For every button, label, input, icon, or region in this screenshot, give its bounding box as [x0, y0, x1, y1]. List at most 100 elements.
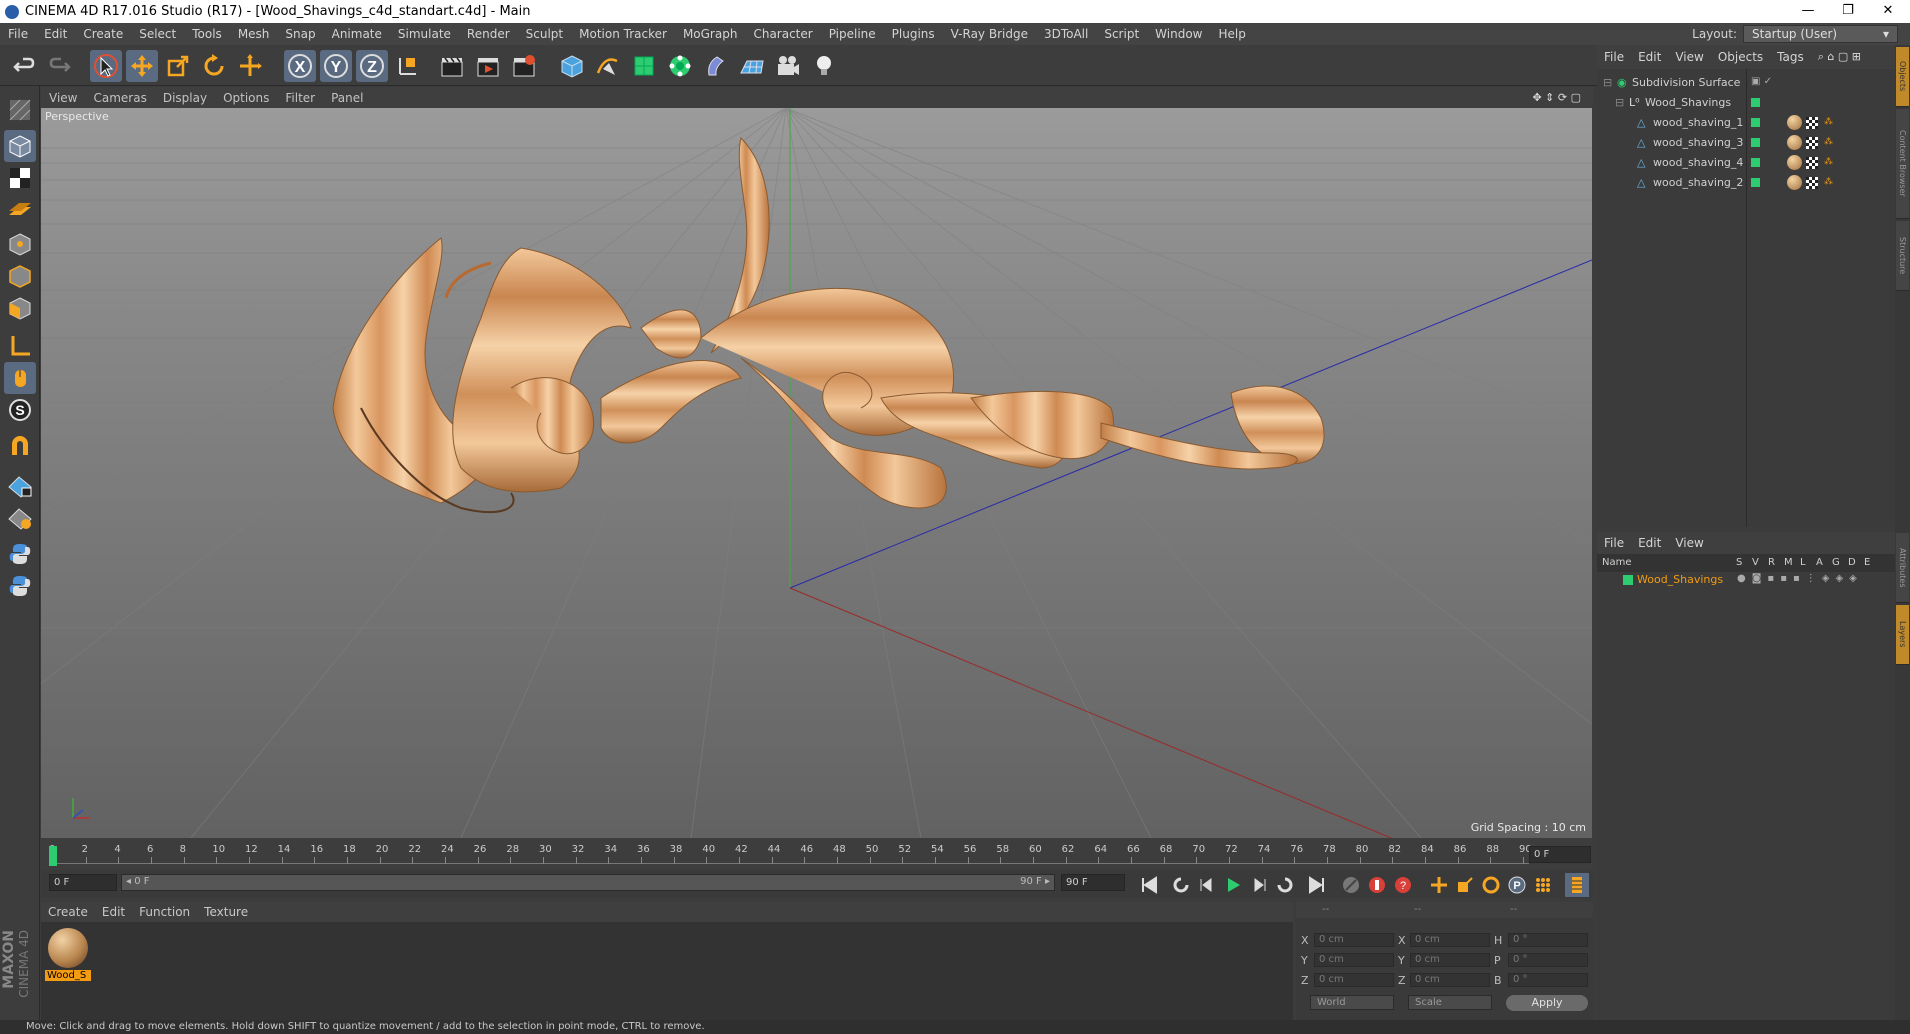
go-to-start-button[interactable] — [1137, 873, 1161, 897]
python-script-2-button[interactable] — [4, 570, 36, 602]
end-frame-field[interactable]: 90 F — [1061, 874, 1125, 891]
object-column-divider[interactable] — [1746, 69, 1747, 527]
tab-content-browser[interactable]: Content Browser — [1896, 109, 1909, 219]
next-frame-button[interactable] — [1247, 873, 1271, 897]
material-tag-icon[interactable] — [1787, 155, 1802, 170]
snap-button[interactable]: S — [4, 394, 36, 426]
tree-expander-icon[interactable]: ⊟ — [1615, 96, 1624, 109]
menu-tools[interactable]: Tools — [184, 27, 230, 41]
layer-col-solo[interactable]: S — [1736, 557, 1742, 568]
layer-col-locked[interactable]: L — [1800, 557, 1806, 568]
menu-file[interactable]: File — [0, 27, 36, 41]
coord-transform-dropdown[interactable]: Scale — [1408, 995, 1492, 1010]
key-parameter-button[interactable]: P — [1505, 873, 1529, 897]
coord-pos-x-field[interactable]: 0 cm — [1314, 933, 1394, 947]
tweak-mode-button[interactable] — [4, 362, 36, 394]
frame-range-slider[interactable]: ◂ 0 F 90 F ▸ — [121, 874, 1055, 891]
render-settings-button[interactable] — [508, 50, 540, 82]
rotate-tool-button[interactable] — [198, 50, 230, 82]
render-view-button[interactable] — [436, 50, 468, 82]
layer-row[interactable]: Wood_Shavings ●◙▪▪▪⋮◈◈◈ — [1597, 572, 1895, 588]
selection-tag-icon[interactable]: ⁂ — [1824, 177, 1833, 187]
planar-workplane-button[interactable] — [4, 502, 36, 534]
menu-edit[interactable]: Edit — [36, 27, 75, 41]
add-environment-button[interactable] — [736, 50, 768, 82]
selection-tag-icon[interactable]: ⁂ — [1824, 157, 1833, 167]
tab-objects[interactable]: Objects — [1896, 47, 1909, 107]
add-cube-button[interactable] — [556, 50, 588, 82]
key-scale-button[interactable] — [1453, 873, 1477, 897]
texture-tag-icon[interactable] — [1806, 117, 1818, 129]
layer-col-render[interactable]: R — [1768, 557, 1775, 568]
layer-col-animation[interactable]: A — [1816, 557, 1823, 568]
points-mode-button[interactable] — [4, 228, 36, 260]
material-menu-create[interactable]: Create — [41, 905, 95, 919]
material-swatch[interactable]: Wood_S — [45, 926, 91, 984]
workplane-mode-button[interactable] — [4, 194, 36, 226]
menu-sculpt[interactable]: Sculpt — [518, 27, 571, 41]
timeline-window-button[interactable] — [1565, 873, 1589, 897]
live-selection-button[interactable] — [90, 50, 122, 82]
menu-animate[interactable]: Animate — [324, 27, 390, 41]
axis-mode-button[interactable] — [4, 330, 36, 362]
apply-button[interactable]: Apply — [1506, 995, 1588, 1011]
scale-tool-button[interactable] — [162, 50, 194, 82]
render-to-picture-viewer-button[interactable] — [472, 50, 504, 82]
menu-plugins[interactable]: Plugins — [884, 27, 943, 41]
key-rotation-button[interactable] — [1479, 873, 1503, 897]
coord-mode-dropdown[interactable]: World — [1310, 995, 1394, 1010]
tab-layers[interactable]: Layers — [1896, 605, 1909, 665]
coord-rot-b-field[interactable]: 0 ° — [1508, 973, 1588, 987]
play-button[interactable] — [1221, 873, 1245, 897]
menu-character[interactable]: Character — [745, 27, 820, 41]
selection-tag-icon[interactable]: ⁂ — [1824, 137, 1833, 147]
menu-pipeline[interactable]: Pipeline — [821, 27, 884, 41]
menu-create[interactable]: Create — [75, 27, 131, 41]
make-editable-button[interactable] — [4, 94, 36, 126]
menu-render[interactable]: Render — [459, 27, 518, 41]
coord-size-x-field[interactable]: 0 cm — [1410, 933, 1490, 947]
viewport-menu-cameras[interactable]: Cameras — [85, 91, 154, 105]
menu-help[interactable]: Help — [1210, 27, 1253, 41]
object-menu-objects[interactable]: Objects — [1711, 50, 1770, 64]
add-spline-button[interactable] — [592, 50, 624, 82]
transform-tool-button[interactable] — [234, 50, 266, 82]
polygons-mode-button[interactable] — [4, 292, 36, 324]
layer-color-swatch[interactable] — [1623, 575, 1633, 585]
material-tag-icon[interactable] — [1787, 175, 1802, 190]
layer-col-expressions[interactable]: E — [1864, 557, 1870, 568]
material-menu-texture[interactable]: Texture — [197, 905, 255, 919]
object-menu-file[interactable]: File — [1597, 50, 1631, 64]
edges-mode-button[interactable] — [4, 260, 36, 292]
magnet-tool-button[interactable] — [4, 432, 36, 464]
record-keys-button[interactable] — [1365, 873, 1389, 897]
undo-button[interactable] — [8, 50, 40, 82]
close-button[interactable]: ✕ — [1870, 0, 1906, 23]
coord-rot-p-field[interactable]: 0 ° — [1508, 953, 1588, 967]
go-to-end-button[interactable] — [1305, 873, 1329, 897]
add-mograph-button[interactable] — [664, 50, 696, 82]
tab-attributes[interactable]: Attributes — [1896, 533, 1909, 603]
material-menu-edit[interactable]: Edit — [95, 905, 132, 919]
add-light-button[interactable] — [808, 50, 840, 82]
start-frame-field[interactable]: 0 F — [49, 874, 117, 891]
add-deformer-button[interactable] — [700, 50, 732, 82]
menu-mograph[interactable]: MoGraph — [675, 27, 746, 41]
move-tool-button[interactable] — [126, 50, 158, 82]
x-axis-lock-button[interactable]: X — [284, 50, 316, 82]
tree-expander-icon[interactable]: ⊟ — [1603, 76, 1612, 89]
object-manager-tool-icons[interactable]: ⌕ ⌂ ▢ ⊞ — [1811, 50, 1868, 64]
y-axis-lock-button[interactable]: Y — [320, 50, 352, 82]
layout-dropdown[interactable]: Startup (User) ▾ — [1743, 25, 1898, 43]
coordinate-system-button[interactable] — [392, 50, 424, 82]
python-script-1-button[interactable] — [4, 538, 36, 570]
coord-size-z-field[interactable]: 0 cm — [1410, 973, 1490, 987]
layer-col-name[interactable]: Name — [1602, 557, 1632, 568]
key-position-button[interactable] — [1427, 873, 1451, 897]
previous-frame-button[interactable] — [1195, 873, 1219, 897]
tab-structure[interactable]: Structure — [1896, 221, 1909, 291]
object-menu-view[interactable]: View — [1668, 50, 1710, 64]
layer-menu-view[interactable]: View — [1668, 536, 1710, 550]
motion-record-button[interactable] — [1339, 873, 1363, 897]
model-mode-button[interactable] — [4, 130, 36, 162]
